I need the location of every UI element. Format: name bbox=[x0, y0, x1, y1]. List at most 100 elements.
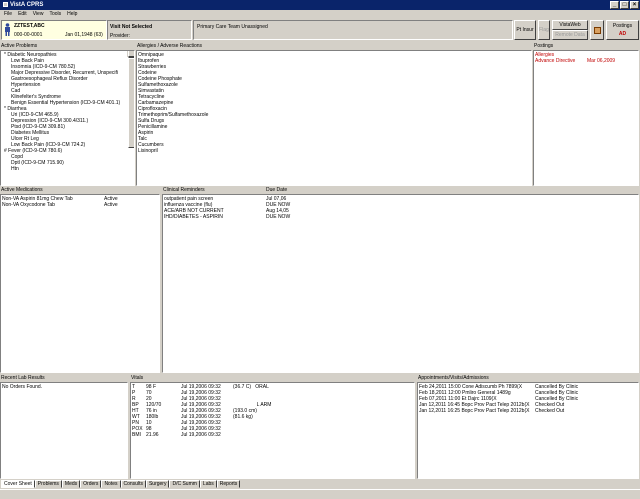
problems-scrollbar[interactable] bbox=[127, 51, 134, 148]
panel-title: Recent Lab Results bbox=[1, 375, 45, 381]
tab-labs[interactable]: Labs bbox=[199, 480, 217, 488]
appointment-item[interactable]: Jan 12,2011 16:25 Bopc Prov Pact Telep 2… bbox=[419, 408, 637, 414]
problems-list[interactable]: * Diabetic Neuropathies Low Back Pain Inso… bbox=[0, 50, 135, 186]
allergy-item[interactable]: Lisinopril bbox=[138, 148, 530, 154]
allergies-list[interactable]: Omnipaque Ibuprofen Strawberries Codeine Cod… bbox=[136, 50, 532, 186]
postings-list[interactable]: Allergies Advance Directive Mar 06,2009 bbox=[533, 50, 639, 186]
menu-edit[interactable]: Edit bbox=[18, 10, 27, 19]
chart-tabs: Cover Sheet Problems Meds Orders Notes Consul… bbox=[0, 480, 640, 489]
problems-items: * Diabetic Neuropathies Low Back Pain Inso… bbox=[2, 52, 133, 172]
tab-orders[interactable]: Orders bbox=[80, 480, 102, 488]
allergy-items: Omnipaque Ibuprofen Strawberries Codeine Cod… bbox=[138, 52, 530, 154]
menu-file[interactable]: File bbox=[4, 10, 12, 19]
primary-care-button[interactable]: Primary Care Team Unassigned bbox=[193, 20, 513, 40]
insurance-button[interactable]: Pt Insur bbox=[514, 20, 536, 40]
close-icon[interactable]: × bbox=[630, 1, 639, 9]
postings-panel: Postings Allergies Advance Directive Mar 0… bbox=[533, 43, 639, 186]
app-icon bbox=[3, 1, 8, 7]
patient-icon bbox=[5, 23, 10, 36]
title-bar: VistA CPRS _ □ × bbox=[0, 0, 640, 10]
panel-title: Active Medications bbox=[1, 187, 43, 193]
postings-label: Postings bbox=[612, 23, 633, 29]
menu-help[interactable]: Help bbox=[67, 10, 77, 19]
scroll-down-icon[interactable] bbox=[128, 51, 134, 57]
vital-code: BMI bbox=[132, 432, 141, 438]
window-controls: _ □ × bbox=[610, 1, 639, 9]
tab-consults[interactable]: Consults bbox=[120, 480, 146, 488]
reminder-item[interactable]: IHD/DIABETES - ASPIRIN DUE NOW bbox=[164, 214, 637, 220]
reminders-button[interactable] bbox=[590, 20, 604, 40]
panel-title: Active Problems bbox=[1, 43, 38, 49]
posting-items: Allergies Advance Directive Mar 06,2009 bbox=[535, 52, 637, 64]
vital-extra: (81.6 kg) bbox=[233, 414, 253, 420]
active-problems-panel: Active Problems * Diabetic Neuropathies L… bbox=[0, 43, 135, 186]
reminders-list[interactable]: outpatient pain screen Jul 07,06 influenza… bbox=[162, 194, 639, 373]
tab-notes[interactable]: Notes bbox=[101, 480, 121, 488]
tab-problems[interactable]: Problems bbox=[34, 480, 62, 488]
remote-data-button[interactable]: Remote Data bbox=[552, 30, 588, 40]
tab-reports[interactable]: Reports bbox=[216, 480, 241, 488]
vital-item[interactable]: BMI 21.96 Jul 19,2006 09:32 bbox=[132, 432, 413, 438]
flag-button[interactable]: Flag bbox=[538, 20, 550, 40]
medication-name: Non-VA Oxycodone Tab bbox=[2, 202, 55, 208]
menu-view[interactable]: View bbox=[33, 10, 44, 19]
vital-value: 21.96 bbox=[146, 432, 159, 438]
window-title: VistA CPRS bbox=[10, 2, 44, 8]
scroll-thumb[interactable] bbox=[128, 58, 134, 148]
problem-item[interactable]: Htn bbox=[2, 166, 133, 172]
vital-items: T 98 F Jul 19,2006 09:32 (36.7 C) ORAL P 70 Ju… bbox=[132, 384, 413, 438]
med-items: Non-VA Aspirin 81mg Chew Tab Active Non-VA… bbox=[2, 196, 158, 208]
cprs-window: VistA CPRS _ □ × File Edit View Tools He… bbox=[0, 0, 640, 499]
medications-list[interactable]: Non-VA Aspirin 81mg Chew Tab Active Non-VA… bbox=[0, 194, 160, 373]
reminder-due: DUE NOW bbox=[266, 214, 291, 220]
vital-date: Jul 19,2006 09:32 bbox=[181, 432, 221, 438]
posting-date: Mar 06,2009 bbox=[587, 58, 616, 64]
postings-code: AD bbox=[618, 31, 627, 37]
status-bar bbox=[0, 489, 640, 499]
lab-item[interactable]: No Orders Found. bbox=[2, 384, 126, 390]
panel-title: Appointments/Visits/Admissions bbox=[418, 375, 489, 381]
tab-surgery[interactable]: Surgery bbox=[145, 480, 170, 488]
visit-info-button[interactable]: Visit Not Selected Provider: bbox=[107, 20, 192, 40]
appointment-items: Feb 24,2011 15:00 Cone Adiscumb Ph 7899(… bbox=[419, 384, 637, 414]
labs-panel: Recent Lab Results No Orders Found. bbox=[0, 375, 128, 479]
patient-name: ZZTEST,ABC bbox=[14, 23, 45, 29]
medication-item[interactable]: Non-VA Oxycodone Tab Active bbox=[2, 202, 158, 208]
patient-header: ZZTEST,ABC 000-00-0001 Jan 01,1948 (63) … bbox=[0, 19, 640, 41]
menu-tools[interactable]: Tools bbox=[49, 10, 61, 19]
labs-list[interactable]: No Orders Found. bbox=[0, 382, 128, 479]
appointment-text: Jan 12,2011 16:25 Bopc Prov Pact Telep 2… bbox=[419, 408, 530, 414]
minimize-icon[interactable]: _ bbox=[610, 1, 619, 9]
panel-title: Vitals bbox=[131, 375, 144, 381]
menu-bar: File Edit View Tools Help bbox=[0, 10, 640, 19]
patient-info-button[interactable]: ZZTEST,ABC 000-00-0001 Jan 01,1948 (63) bbox=[1, 20, 107, 40]
vistaweb-button[interactable]: VistaWeb bbox=[552, 20, 588, 30]
allergies-panel: Allergies / Adverse Reactions Omnipaque I… bbox=[136, 43, 532, 186]
patient-ssn: 000-00-0001 bbox=[14, 32, 43, 38]
patient-dob: Jan 01,1948 (63) bbox=[65, 32, 103, 38]
posting-item[interactable]: Advance Directive Mar 06,2009 bbox=[535, 58, 637, 64]
provider-label: Provider: bbox=[110, 33, 131, 39]
vitals-list[interactable]: T 98 F Jul 19,2006 09:32 (36.7 C) ORAL P 70 Ju… bbox=[130, 382, 415, 479]
visit-title: Visit Not Selected bbox=[110, 24, 153, 30]
tab-cover-sheet[interactable]: Cover Sheet bbox=[1, 480, 35, 488]
postings-button[interactable]: Postings AD bbox=[606, 20, 639, 40]
appointments-panel: Appointments/Visits/Admissions Feb 24,20… bbox=[417, 375, 639, 479]
medications-panel: Active Medications Non-VA Aspirin 81mg C… bbox=[0, 187, 160, 373]
lab-items: No Orders Found. bbox=[2, 384, 126, 390]
reminders-panel: Clinical Reminders Due Date outpatient p… bbox=[162, 187, 639, 373]
panel-title: Postings bbox=[534, 43, 554, 49]
panel-title: Clinical Reminders bbox=[163, 187, 205, 193]
vital-extra: (36.7 C) ORAL bbox=[233, 384, 269, 390]
maximize-icon[interactable]: □ bbox=[620, 1, 629, 9]
reminder-items: outpatient pain screen Jul 07,06 influenza… bbox=[164, 196, 637, 220]
tab-d-c-summ[interactable]: D/C Summ bbox=[169, 480, 200, 488]
appointments-list[interactable]: Feb 24,2011 15:00 Cone Adiscumb Ph 7899(… bbox=[417, 382, 639, 479]
appointment-status: Checked Out bbox=[535, 408, 565, 414]
pcp-text: Primary Care Team Unassigned bbox=[197, 24, 268, 30]
reminder-clock-icon bbox=[593, 27, 601, 34]
panel-title: Allergies / Adverse Reactions bbox=[137, 43, 203, 49]
due-date-header: Due Date bbox=[266, 187, 288, 193]
reminder-name: IHD/DIABETES - ASPIRIN bbox=[164, 214, 223, 220]
tab-meds[interactable]: Meds bbox=[61, 480, 81, 488]
